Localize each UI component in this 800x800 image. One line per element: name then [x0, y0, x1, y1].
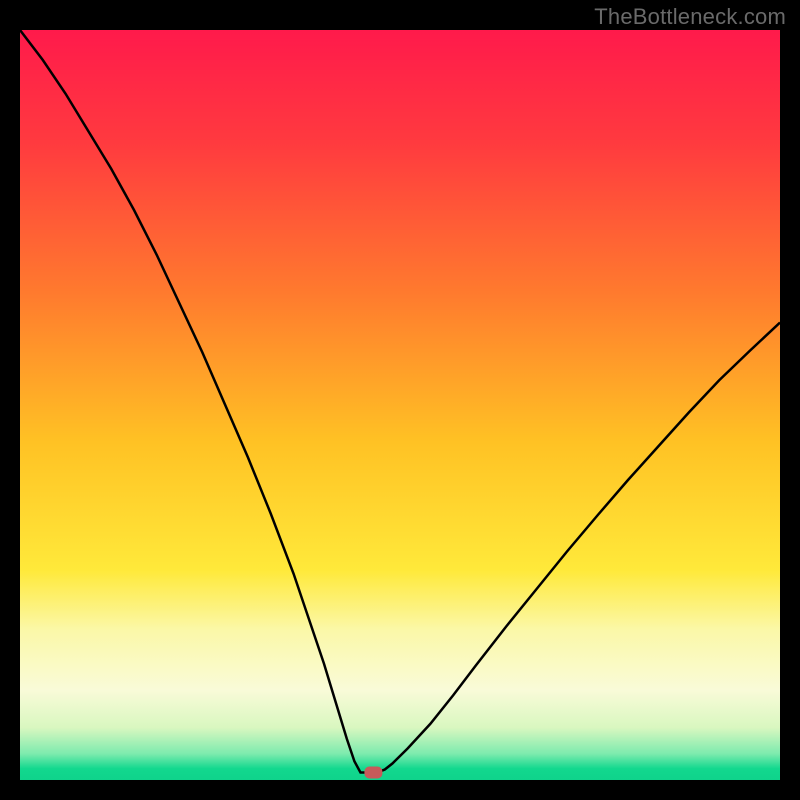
chart-marker [364, 767, 382, 779]
chart-background [20, 30, 780, 780]
chart-plot [20, 30, 780, 780]
watermark-text: TheBottleneck.com [594, 4, 786, 30]
chart-svg [20, 30, 780, 780]
chart-frame: TheBottleneck.com [0, 0, 800, 800]
